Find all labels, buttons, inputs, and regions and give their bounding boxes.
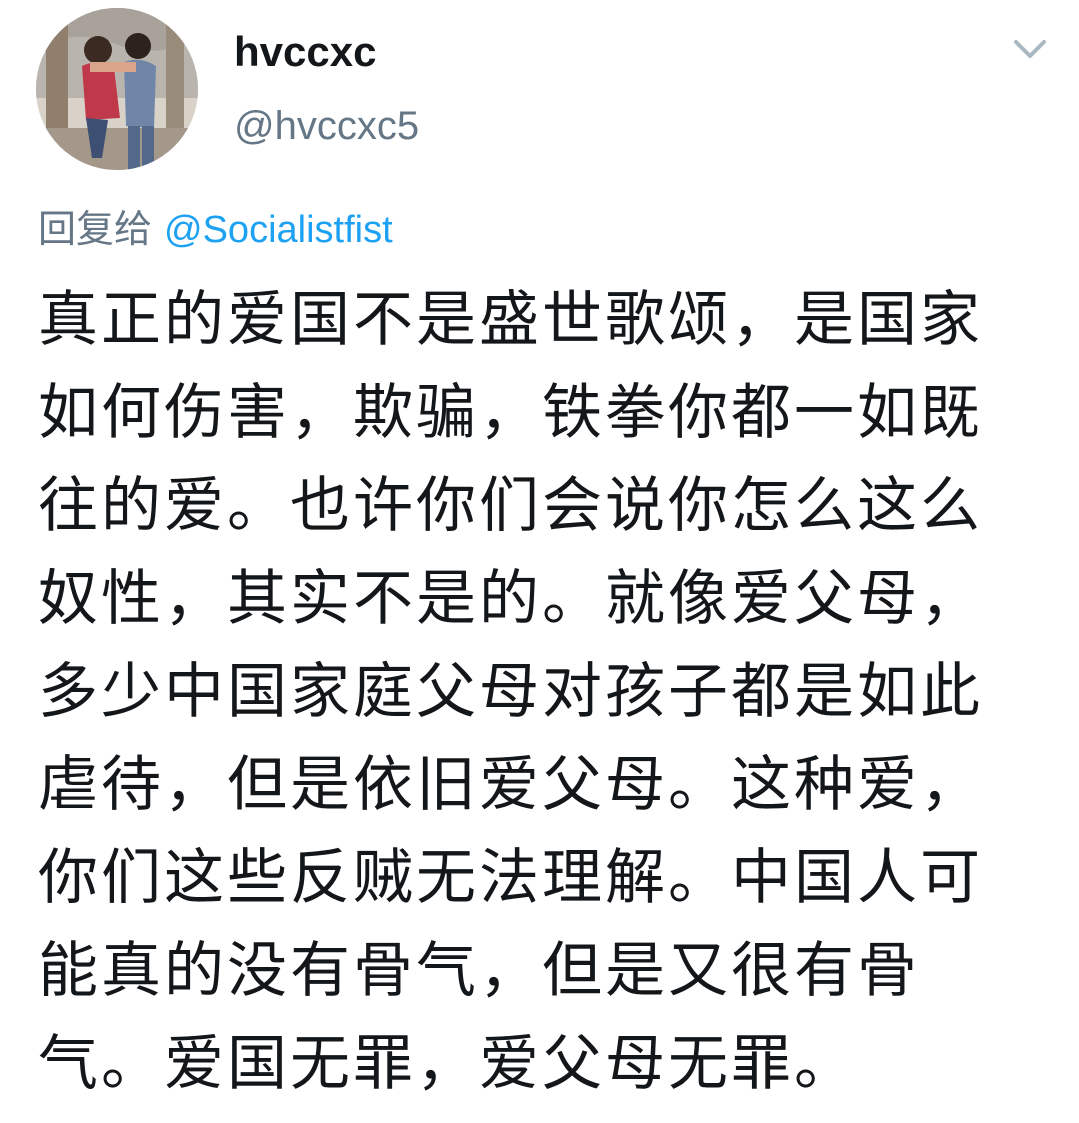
user-handle[interactable]: @hvccxc5	[234, 102, 419, 150]
reply-prefix: 回复给	[38, 207, 153, 251]
avatar-photo	[36, 8, 198, 170]
avatar[interactable]	[36, 8, 198, 170]
tweet-text-line: 如何伤害，欺骗，铁拳你都一如既	[38, 378, 983, 448]
reply-context: 回复给 @Socialistfist	[38, 204, 393, 255]
tweet-text-line: 能真的没有骨气，但是又很有骨	[38, 936, 920, 1006]
tweet-text-line: 多少中国家庭父母对孩子都是如此	[38, 657, 983, 727]
tweet-text-line: 奴性，其实不是的。就像爱父母，	[38, 564, 983, 634]
tweet-text-line: 气。爱国无罪，爱父母无罪。	[38, 1029, 857, 1099]
tweet-text-line: 你们这些反贼无法理解。中国人可	[38, 843, 983, 913]
tweet-text: 真正的爱国不是盛世歌颂，是国家 如何伤害，欺骗，铁拳你都一如既 往的爱。也许你们…	[38, 274, 1048, 1111]
tweet-text-line: 虐待，但是依旧爱父母。这种爱，	[38, 750, 983, 820]
tweet-text-line: 往的爱。也许你们会说你怎么这么	[38, 471, 983, 541]
chevron-down-icon[interactable]	[1010, 34, 1050, 64]
display-name[interactable]: hvccxc	[234, 28, 376, 76]
tweet-text-line: 真正的爱国不是盛世歌颂，是国家	[38, 285, 983, 355]
tweet-card: hvccxc @hvccxc5 回复给 @Socialistfist 真正的爱国不…	[0, 0, 1079, 1123]
reply-mention-link[interactable]: @Socialistfist	[164, 209, 393, 251]
